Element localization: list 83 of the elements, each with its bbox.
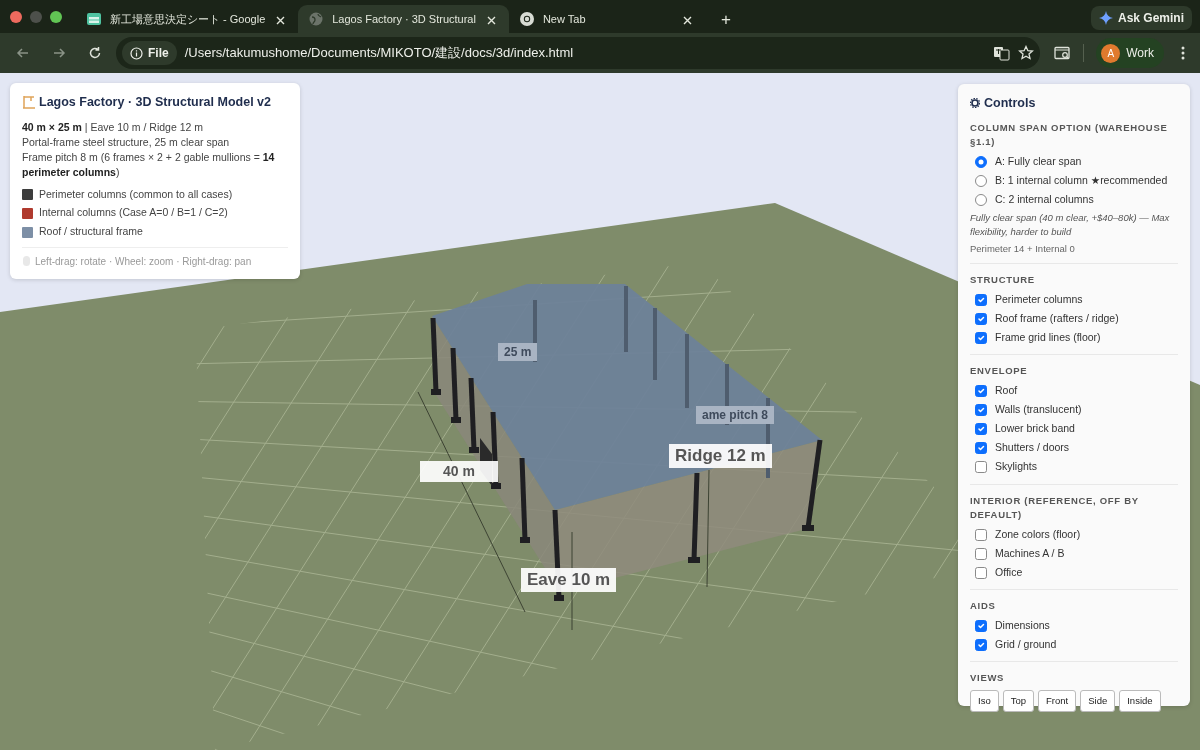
checkbox[interactable] (975, 547, 987, 560)
browser-tab[interactable]: Lagos Factory · 3D Structural (298, 5, 509, 33)
option-description: Fully clear span (40 m clear, +$40–80k) — Max flexibility, harder to build (970, 211, 1171, 239)
radio-button[interactable] (975, 174, 987, 187)
dimension-label: 25 m (498, 343, 538, 362)
browser-tab[interactable]: New Tab (508, 5, 705, 33)
option-label: Lower brick band (995, 421, 1075, 437)
forward-icon[interactable] (52, 46, 66, 60)
new-tab-button[interactable]: + (712, 11, 739, 28)
dimension-label: ame pitch 8 (696, 406, 775, 425)
zoom-window-button[interactable] (50, 10, 62, 23)
section-heading: COLUMN SPAN OPTION (WAREHOUSE §1.1) (970, 120, 1169, 149)
legend-label: Perimeter columns (common to all cases) (39, 186, 233, 202)
checkbox[interactable] (975, 312, 987, 325)
browser-icon (518, 11, 535, 27)
card-title: Lagos Factory · 3D Structural Model v2 (39, 94, 271, 111)
menu-icon[interactable] (1180, 46, 1186, 60)
section-heading: AIDS (970, 599, 997, 614)
globe-icon (308, 11, 325, 27)
checkbox[interactable] (975, 528, 987, 541)
translate-icon[interactable] (993, 44, 1011, 62)
settings-icon (970, 98, 980, 109)
profile-button[interactable]: A Work (1096, 38, 1164, 68)
option-label: Office (995, 564, 1023, 580)
checkbox[interactable] (975, 331, 987, 344)
option-label: Roof frame (rafters / ridge) (995, 310, 1119, 326)
close-window-button[interactable] (10, 10, 22, 23)
checkbox[interactable] (975, 442, 987, 455)
checkbox[interactable] (975, 566, 987, 579)
checkbox[interactable] (975, 461, 987, 474)
panel-title: Controls (984, 95, 1036, 112)
view-button[interactable]: Inside (1119, 689, 1161, 712)
view-button[interactable]: Top (1002, 689, 1034, 712)
view-button[interactable]: Iso (970, 689, 999, 712)
assistant-button[interactable]: Ask Gemini (1090, 6, 1192, 30)
column-count-text: Perimeter 14 + Internal 0 (970, 241, 1076, 256)
description-text: Frame pitch 8 m (6 frames × 2 + 2 gable mullions = 14 perimeter columns) (22, 150, 276, 181)
checkbox[interactable] (975, 638, 987, 651)
back-icon[interactable] (16, 46, 30, 60)
option-label: Frame grid lines (floor) (995, 329, 1101, 345)
section-heading: STRUCTURE (970, 273, 1036, 288)
hint-text: Left-drag: rotate · Wheel: zoom · Right-drag: pan (35, 254, 252, 269)
radio-button[interactable] (975, 155, 987, 168)
tab-search-icon[interactable] (1054, 44, 1072, 62)
browser-tab[interactable]: 新工場意思決定シート - Google (76, 5, 299, 33)
sparkle-icon (1098, 11, 1113, 25)
section-heading: INTERIOR (REFERENCE, OFF BY DEFAULT) (970, 493, 1140, 522)
option-label: Dimensions (995, 617, 1050, 633)
option-label: B: 1 internal column ★recommended (995, 172, 1168, 188)
option-label: Skylights (995, 459, 1037, 475)
checkbox[interactable] (975, 385, 987, 398)
checkbox[interactable] (975, 293, 987, 306)
dimension-label: Ridge 12 m (669, 444, 772, 469)
dimension-label: Eave 10 m (521, 568, 617, 593)
view-button[interactable]: Front (1038, 689, 1077, 712)
option-label: Perimeter columns (995, 291, 1083, 307)
url-text: /Users/takumushome/Documents/MIKOTO/建設/docs/3d/index.html (184, 44, 575, 63)
site-info-button[interactable]: File (122, 41, 177, 65)
option-label: Shutters / doors (995, 440, 1070, 456)
option-label: Roof (995, 383, 1018, 399)
description-text: 40 m × 25 m | Eave 10 m / Ridge 12 m (22, 119, 205, 135)
bookmark-star-icon[interactable] (1018, 45, 1035, 61)
checkbox[interactable] (975, 619, 987, 632)
option-label: Grid / ground (995, 636, 1057, 652)
legend-label: Internal columns (Case A=0 / B=1 / C=2) (39, 205, 228, 221)
option-label: Machines A / B (995, 545, 1065, 561)
section-heading: VIEWS (970, 671, 1006, 686)
option-label: C: 2 internal columns (995, 191, 1094, 207)
checkbox[interactable] (975, 404, 987, 417)
reload-icon[interactable] (88, 46, 102, 60)
view-button[interactable]: Side (1080, 689, 1116, 712)
option-label: Walls (translucent) (995, 402, 1082, 418)
option-label: Zone colors (floor) (995, 526, 1081, 542)
info-icon (130, 46, 143, 60)
dimension-label: 40 m (420, 461, 498, 482)
legend-label: Roof / structural frame (39, 224, 143, 240)
radio-button[interactable] (975, 193, 987, 206)
section-heading: ENVELOPE (970, 364, 1029, 379)
sheet-icon (86, 11, 102, 27)
option-label: A: Fully clear span (995, 153, 1082, 169)
description-text: Portal-frame steel structure, 25 m clear span (22, 134, 231, 150)
address-bar[interactable]: File /Users/takumushome/Documents/MIKOTO/建設/docs/3d/index.html (116, 37, 1041, 69)
checkbox[interactable] (975, 423, 987, 436)
